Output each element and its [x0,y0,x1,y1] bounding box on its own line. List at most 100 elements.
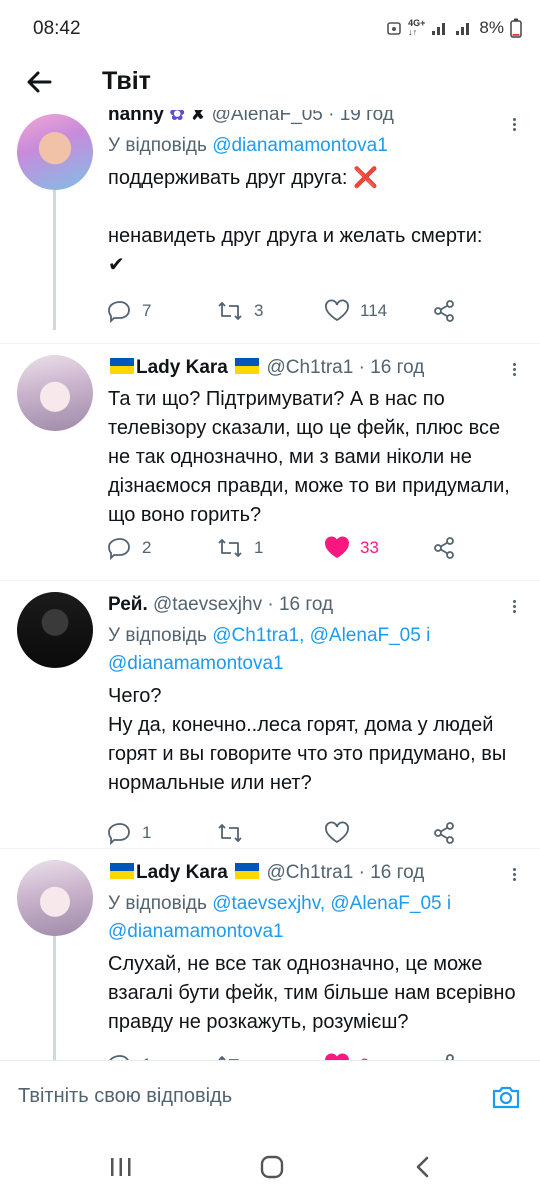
reply-button[interactable]: 7 [108,296,151,326]
retweet-button[interactable]: 1 [216,533,263,563]
share-icon [444,1054,454,1060]
tweet-time: · 16 год [358,862,425,883]
avatar[interactable] [17,860,93,936]
retweet-count: 3 [254,301,264,320]
reply-count: 2 [142,538,152,557]
author-name[interactable]: Lady Kara [136,862,228,883]
like-count: 114 [360,301,388,320]
tweet-actions: 1 [108,818,468,848]
retweet-button[interactable] [216,818,254,848]
tweet-header: nanny ✿ ✘ @AlenaF_05 · 19 год [108,110,518,128]
home-button[interactable] [259,1155,285,1184]
ukraine-flag-icon [110,358,134,374]
reply-context: У відповідь @dianamamontova1 [108,132,518,160]
retweet-count: 1 [254,538,264,557]
tweet-text: поддерживать друг друга: ❌ ненавидеть др… [108,167,483,276]
like-button[interactable]: 33 [324,533,379,563]
tweet-thread[interactable]: nanny ✿ ✘ @AlenaF_05 · 19 год У відповід… [0,110,540,1060]
tweet-time: · 19 год [328,110,394,125]
battery-icon [510,18,522,38]
x-mark-icon: ✘ [190,110,207,125]
nav-back-button[interactable] [412,1155,434,1184]
nav-back-icon [416,1156,429,1178]
comment-icon [109,1055,129,1060]
app-bar: Твіт [0,55,540,110]
share-button[interactable] [432,818,456,848]
share-icon [434,300,454,322]
author-name[interactable]: Рей. [108,594,148,615]
tweet-actions: 2 1 33 [108,533,468,563]
reply-button[interactable]: 1 [108,818,151,848]
like-button[interactable] [324,818,360,848]
ukraine-flag-icon [235,863,260,879]
like-button[interactable]: 9 [324,1050,369,1060]
heart-icon [325,1053,349,1060]
system-nav-bar [0,1135,540,1200]
notification-icon [387,22,401,35]
tweet-time: · 16 год [267,594,334,615]
avatar[interactable] [17,592,93,668]
reply-prefix: У відповідь [108,893,207,914]
author-name[interactable]: nanny [108,110,164,125]
avatar[interactable] [17,114,93,190]
retweet-icon [218,1056,239,1060]
ukraine-flag-icon [110,863,134,879]
reply-bar: Твітніть свою відповідь [0,1060,540,1135]
retweet-button[interactable] [216,1050,254,1060]
reply-to-link[interactable]: @dianamamontova1 [212,135,388,156]
reply-context: У відповідь @Ch1tra1, @AlenaF_05 і @dian… [108,622,518,678]
divider [0,343,540,344]
comment-icon [108,823,130,845]
share-button[interactable] [432,1050,456,1060]
author-handle: @Ch1tra1 [266,357,354,378]
camera-icon [492,1086,520,1109]
divider [0,580,540,581]
camera-button[interactable] [490,1081,522,1113]
recents-icon [111,1158,131,1176]
comment-icon [108,301,130,323]
author-handle: @Ch1tra1 [266,862,354,883]
like-button[interactable]: 114 [324,296,387,326]
share-button[interactable] [432,533,456,563]
comment-icon [108,538,130,560]
ukraine-flag-icon [235,358,260,374]
network-type: 4G+ ↓↑ [408,18,426,37]
home-icon [260,1155,284,1179]
reply-button[interactable]: 1 [108,1050,151,1060]
tweet-text: Чего? Ну да, конечно..леса горят, дома у… [108,685,507,794]
author-handle: @AlenaF_05 [211,110,323,125]
recents-button[interactable] [108,1155,134,1184]
signal-icon-2 [456,23,470,35]
reply-input[interactable]: Твітніть свою відповідь [18,1085,232,1108]
share-button[interactable] [432,296,456,326]
thread-line [53,190,56,330]
battery-percent: 8% [479,18,504,37]
retweet-icon [218,539,242,557]
retweet-button[interactable]: 3 [216,296,263,326]
divider [0,848,540,849]
reply-count: 7 [142,301,152,320]
tweet-text: Слухай, не все так однозначно, це може в… [108,953,516,1033]
heart-icon [325,821,349,844]
tweet-header: Lady Kara @Ch1tra1 · 16 год [108,355,518,381]
more-options-button[interactable] [508,866,520,886]
more-options-button[interactable] [508,116,520,136]
author-name[interactable]: Lady Kara [136,357,228,378]
avatar[interactable] [17,355,93,431]
reply-context: У відповідь @taevsexjhv, @AlenaF_05 і @d… [108,890,518,946]
signal-icon [432,23,446,35]
thread-line [53,933,56,1060]
back-button[interactable] [22,65,56,99]
author-handle: @taevsexjhv [153,594,263,615]
more-options-button[interactable] [508,361,520,381]
arrow-left-icon [27,71,52,93]
tweet-time: · 16 год [358,357,425,378]
tweet-actions: 7 3 114 [108,296,468,326]
reply-button[interactable]: 2 [108,533,151,563]
reply-count: 1 [142,823,152,842]
status-icons: 4G+ ↓↑ 8% [386,18,522,38]
heart-icon [325,536,349,559]
more-options-button[interactable] [508,598,520,618]
tweet-actions: 1 9 [108,1050,468,1060]
heart-icon [325,299,349,322]
